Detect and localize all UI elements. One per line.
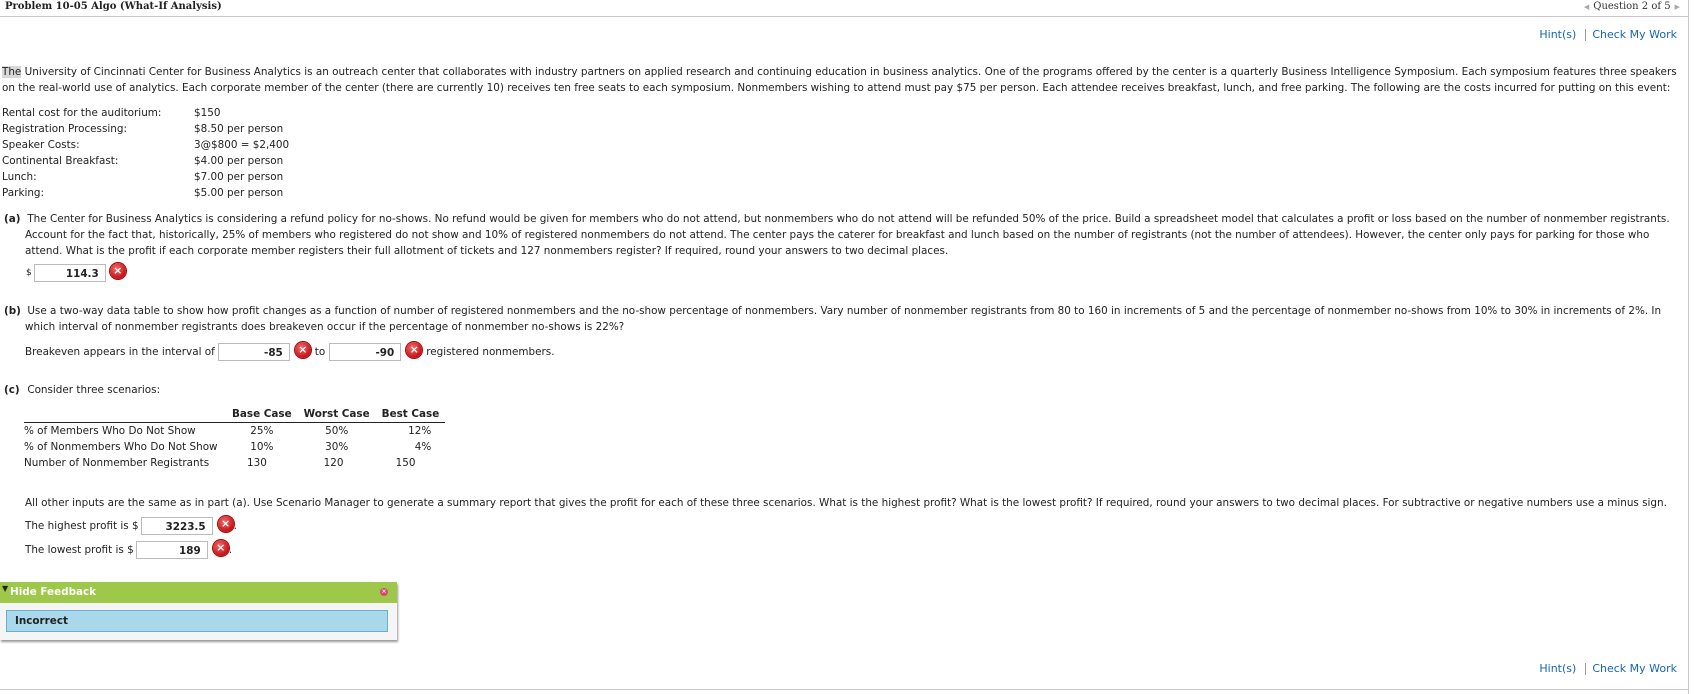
intro-highlighted-word: The	[2, 66, 22, 78]
part-a-text: The Center for Business Analytics is con…	[25, 213, 1670, 257]
cell: 4%	[414, 441, 432, 453]
hide-feedback-toggle[interactable]: ▼ Hide Feedback ×	[0, 582, 397, 603]
part-a-profit-input[interactable]: 114.3	[33, 264, 106, 282]
incorrect-icon: ×	[294, 342, 311, 358]
check-my-work-link[interactable]: Check My Work	[1592, 662, 1677, 675]
incorrect-icon: ×	[212, 540, 229, 556]
scenario-header-row: Base Case Worst Case Best Case	[24, 407, 446, 423]
cell: 150	[395, 457, 416, 469]
next-question-icon[interactable]: ▶	[1675, 3, 1680, 11]
link-separator	[1585, 662, 1587, 675]
breakeven-suffix: registered nonmembers.	[426, 346, 555, 358]
cost-value: $8.50 per person	[194, 123, 284, 135]
cost-row: Rental cost for the auditorium: $150	[2, 105, 289, 121]
problem-title: Problem 10-05 Algo (What-If Analysis)	[5, 1, 222, 12]
hints-link[interactable]: Hint(s)	[1539, 662, 1576, 675]
cell: 25%	[250, 425, 274, 437]
bottom-links: Hint(s) Check My Work	[1539, 662, 1677, 675]
lowest-profit-row: The lowest profit is $ 189 × .	[25, 540, 232, 559]
cost-label: Lunch:	[2, 171, 37, 183]
previous-question-icon[interactable]: ◀	[1584, 3, 1589, 11]
breakeven-high-input[interactable]: -90	[329, 343, 402, 361]
part-b-text: Use a two-way data table to show how pro…	[25, 305, 1662, 333]
cell: 120	[323, 457, 344, 469]
top-links: Hint(s) Check My Work	[1539, 28, 1677, 41]
part-c-intro: Consider three scenarios:	[27, 384, 161, 396]
cost-label: Speaker Costs:	[2, 139, 80, 151]
table-row: % of Members Who Do Not Show 25% 50% 12%	[24, 423, 445, 440]
intro-text: University of Cincinnati Center for Busi…	[2, 66, 1677, 94]
check-my-work-link[interactable]: Check My Work	[1592, 28, 1677, 41]
period: .	[228, 544, 232, 556]
incorrect-icon: ×	[217, 516, 234, 532]
hints-link[interactable]: Hint(s)	[1539, 28, 1576, 41]
bottom-divider	[0, 689, 1688, 690]
feedback-panel: ▼ Hide Feedback × Incorrect	[0, 582, 397, 640]
row-label: Number of Nonmember Registrants	[24, 457, 210, 469]
incorrect-icon: ×	[406, 342, 423, 358]
cost-value: $4.00 per person	[194, 155, 284, 167]
cost-label: Parking:	[2, 187, 45, 199]
incorrect-icon: ×	[109, 263, 126, 279]
part-a-answer-row: $ 114.3 ×	[26, 263, 126, 282]
highest-profit-input[interactable]: 3223.5	[140, 517, 213, 535]
period: .	[233, 520, 237, 532]
cost-row: Speaker Costs: 3@$800 = $2,400	[2, 137, 289, 153]
cost-row: Registration Processing: $8.50 per perso…	[2, 121, 289, 137]
cell: 12%	[408, 425, 432, 437]
part-b-tag: (b)	[4, 305, 21, 317]
link-separator	[1585, 28, 1587, 41]
feedback-result: Incorrect	[6, 610, 388, 632]
cost-value: $150	[194, 107, 221, 119]
cell: 50%	[325, 425, 349, 437]
part-c-instructions: All other inputs are the same as in part…	[25, 497, 1667, 509]
part-a: (a) The Center for Business Analytics is…	[4, 211, 1682, 259]
cost-label: Rental cost for the auditorium:	[2, 107, 162, 119]
part-b: (b) Use a two-way data table to show how…	[4, 303, 1682, 335]
cost-label: Registration Processing:	[2, 123, 127, 135]
highest-profit-label: The highest profit is $	[25, 520, 139, 532]
cost-row: Continental Breakfast: $4.00 per person	[2, 153, 289, 169]
question-navigator: ◀ Question 2 of 5 ▶	[1584, 1, 1680, 12]
cell: 10%	[250, 441, 274, 453]
cost-label: Continental Breakfast:	[2, 155, 119, 167]
close-feedback-icon[interactable]: ×	[380, 588, 388, 596]
scenario-table: Base Case Worst Case Best Case % of Memb…	[24, 407, 446, 471]
breakeven-prefix: Breakeven appears in the interval of	[25, 346, 215, 358]
scenario-header-best: Best Case	[375, 407, 446, 423]
currency-label: $	[26, 268, 32, 278]
cost-value: $7.00 per person	[194, 171, 284, 183]
cost-row: Parking: $5.00 per person	[2, 185, 289, 201]
part-b-answer-row: Breakeven appears in the interval of -85…	[25, 342, 555, 361]
cost-value: 3@$800 = $2,400	[194, 139, 290, 151]
cost-list: Rental cost for the auditorium: $150 Reg…	[2, 105, 289, 201]
lowest-profit-input[interactable]: 189	[135, 541, 208, 559]
scenario-header-worst: Worst Case	[297, 407, 376, 423]
problem-intro: The University of Cincinnati Center for …	[2, 64, 1680, 96]
cell: 30%	[325, 441, 349, 453]
collapse-triangle-icon: ▼	[2, 584, 9, 593]
part-c-tag: (c)	[4, 384, 20, 396]
part-c: (c) Consider three scenarios:	[4, 382, 1682, 398]
row-label: % of Nonmembers Who Do Not Show	[24, 441, 218, 453]
cost-row: Lunch: $7.00 per person	[2, 169, 289, 185]
hide-feedback-label: Hide Feedback	[10, 586, 97, 598]
scenario-header-blank	[24, 407, 226, 423]
part-a-tag: (a)	[4, 213, 21, 225]
lowest-profit-label: The lowest profit is $	[25, 544, 134, 556]
top-bar: Problem 10-05 Algo (What-If Analysis) ◀ …	[0, 0, 1688, 17]
cost-value: $5.00 per person	[194, 187, 284, 199]
breakeven-between: to	[314, 346, 326, 358]
highest-profit-row: The highest profit is $ 3223.5 × .	[25, 516, 237, 535]
scenario-header-base: Base Case	[226, 407, 298, 423]
row-label: % of Members Who Do Not Show	[24, 425, 196, 437]
cell: 130	[247, 457, 267, 469]
table-row: % of Nonmembers Who Do Not Show 10% 30% …	[24, 439, 445, 455]
table-row: Number of Nonmember Registrants 130 120 …	[24, 455, 445, 471]
breakeven-low-input[interactable]: -85	[217, 343, 290, 361]
question-counter: Question 2 of 5	[1593, 1, 1671, 12]
